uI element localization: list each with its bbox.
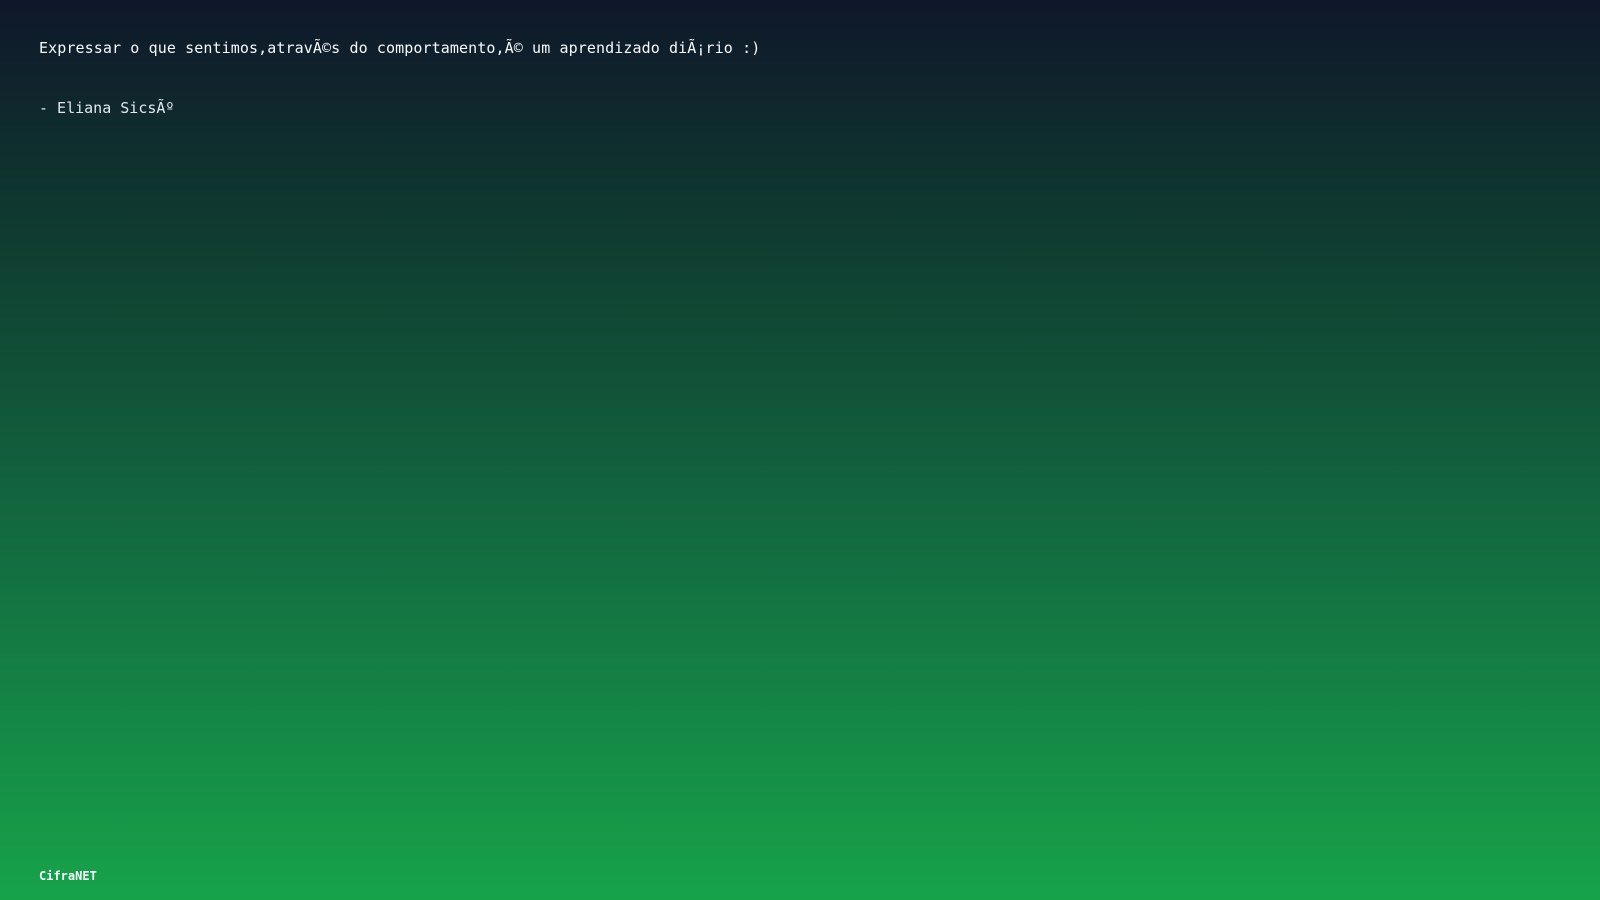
quote-text: Expressar o que sentimos,atravÃ©s do com…	[39, 39, 761, 57]
quote-author: - Eliana SicsÃº	[39, 99, 175, 117]
screensaver-screen: Expressar o que sentimos,atravÃ©s do com…	[0, 0, 1600, 900]
brand-label: CifraNET	[39, 869, 97, 883]
